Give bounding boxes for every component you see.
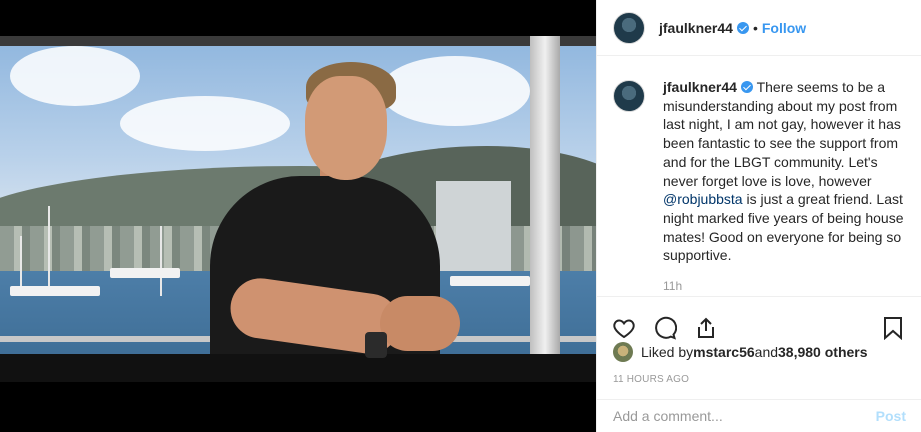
caption-row: jfaulkner44 There seems to be a misunder… xyxy=(613,78,906,265)
post-header: jfaulkner44 • Follow xyxy=(597,0,921,56)
likes-prefix: Liked by xyxy=(641,344,694,360)
person-arm xyxy=(380,296,460,351)
verified-badge-icon xyxy=(736,21,749,34)
post-timestamp[interactable]: 11 HOURS AGO xyxy=(613,374,689,385)
boat-mast xyxy=(48,206,50,296)
likes-summary: Liked by mstarc56 and 38,980 others xyxy=(613,342,868,362)
boat xyxy=(10,286,100,296)
caption-username[interactable]: jfaulkner44 xyxy=(663,79,737,95)
photo-cloud xyxy=(10,46,140,106)
photo-building xyxy=(436,181,511,276)
wrist-watch xyxy=(365,332,387,358)
photo-pillar xyxy=(530,36,560,382)
comment-time[interactable]: 11h xyxy=(663,279,906,293)
avatar[interactable] xyxy=(613,342,633,362)
share-icon[interactable] xyxy=(693,315,719,341)
caption-body: There seems to be a misunderstanding abo… xyxy=(663,79,901,189)
mention-link[interactable]: @robjubbsta xyxy=(663,191,743,207)
avatar[interactable] xyxy=(613,11,645,44)
comment-icon[interactable] xyxy=(652,315,678,341)
caption-section: jfaulkner44 There seems to be a misunder… xyxy=(597,56,921,296)
person-head xyxy=(305,76,387,180)
heart-icon[interactable] xyxy=(611,315,637,341)
likes-count[interactable]: 38,980 others xyxy=(778,344,868,360)
boat xyxy=(450,276,530,286)
post-photo[interactable] xyxy=(0,36,596,382)
verified-badge-icon xyxy=(740,81,753,93)
photo-table xyxy=(0,354,596,382)
caption-text: jfaulkner44 There seems to be a misunder… xyxy=(663,78,906,265)
photo-cloud xyxy=(120,96,290,151)
author-username[interactable]: jfaulkner44 xyxy=(659,20,733,36)
boat-mast xyxy=(160,226,162,296)
action-bar xyxy=(597,296,921,348)
separator-dot: • xyxy=(752,19,758,36)
post-media[interactable] xyxy=(0,0,596,432)
avatar[interactable] xyxy=(613,80,645,112)
photo-overhang xyxy=(0,36,596,46)
likes-and: and xyxy=(754,344,779,360)
post-sidebar: jfaulkner44 • Follow jfaulkner44 There s… xyxy=(596,0,921,432)
post-button[interactable]: Post xyxy=(876,408,906,424)
boat xyxy=(110,268,180,278)
follow-button[interactable]: Follow xyxy=(762,20,806,36)
comment-input[interactable] xyxy=(613,408,876,424)
add-comment-bar: Post xyxy=(597,399,921,432)
liker-username[interactable]: mstarc56 xyxy=(693,344,755,360)
photo-cloud xyxy=(380,56,530,126)
bookmark-icon[interactable] xyxy=(880,315,906,341)
